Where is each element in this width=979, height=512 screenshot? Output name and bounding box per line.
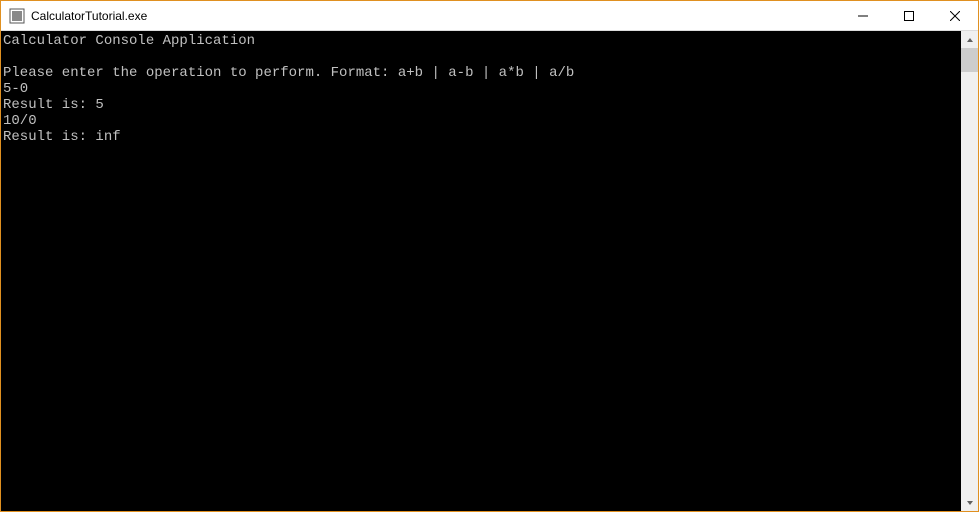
console-output[interactable]: Calculator Console Application Please en…: [1, 31, 961, 511]
titlebar[interactable]: CalculatorTutorial.exe: [1, 1, 978, 31]
close-button[interactable]: [932, 1, 978, 30]
window-title: CalculatorTutorial.exe: [31, 9, 840, 23]
scroll-thumb[interactable]: [961, 48, 978, 72]
window-controls: [840, 1, 978, 30]
scroll-up-arrow-icon[interactable]: [961, 31, 978, 48]
app-icon: [9, 8, 25, 24]
console-area: Calculator Console Application Please en…: [1, 31, 978, 511]
vertical-scrollbar[interactable]: [961, 31, 978, 511]
maximize-button[interactable]: [886, 1, 932, 30]
application-window: CalculatorTutorial.exe Calculator Consol…: [0, 0, 979, 512]
minimize-button[interactable]: [840, 1, 886, 30]
scroll-track[interactable]: [961, 48, 978, 494]
scroll-down-arrow-icon[interactable]: [961, 494, 978, 511]
